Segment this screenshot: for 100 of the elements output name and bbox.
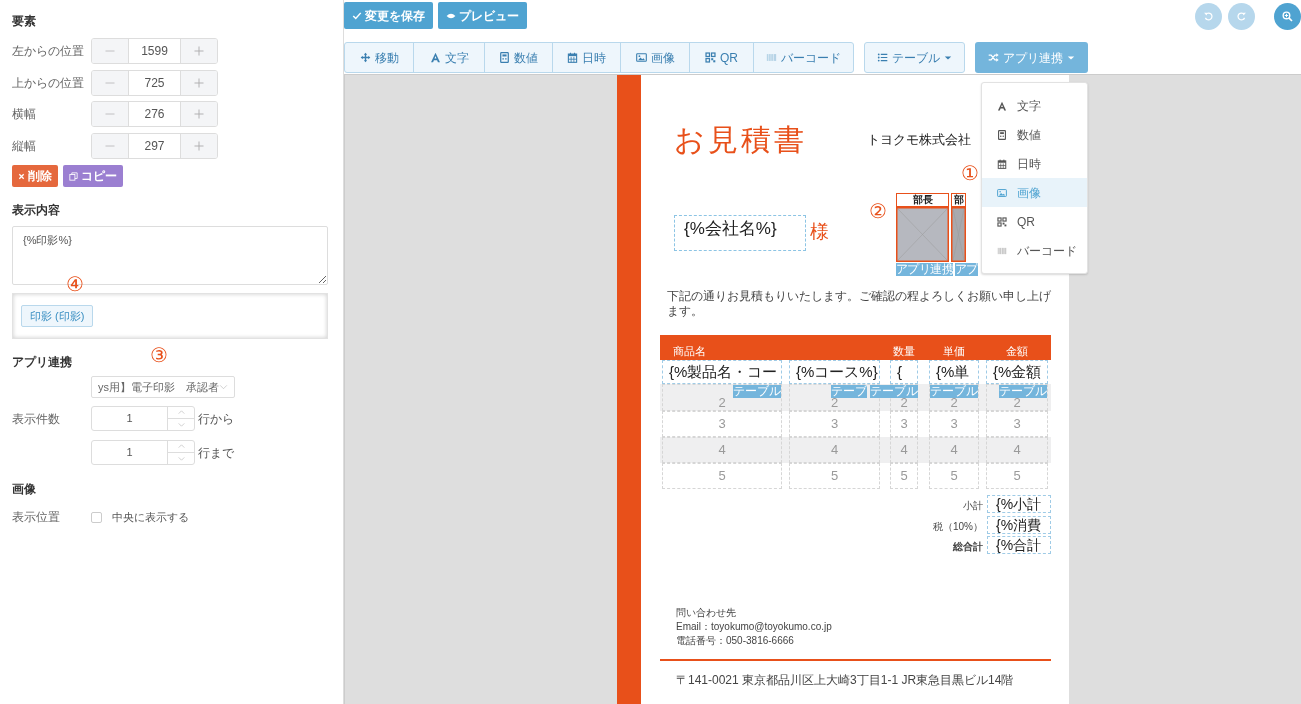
calendar-icon bbox=[997, 158, 1007, 169]
field-suffix: 行まで bbox=[198, 444, 234, 462]
total-label: 小計 bbox=[963, 499, 983, 513]
table-cell: 3 bbox=[929, 411, 979, 437]
plus-icon bbox=[193, 76, 205, 89]
company-name: トヨクモ株式会社 bbox=[867, 133, 971, 146]
app-link-menu-button[interactable]: アプリ連携 bbox=[975, 42, 1088, 73]
tool-button[interactable]: 数値 bbox=[484, 43, 552, 72]
list-icon bbox=[877, 52, 888, 63]
table-cell: 3 bbox=[890, 411, 918, 437]
menu-item[interactable]: 画像 bbox=[982, 178, 1087, 207]
app-select[interactable]: ys用】電子印影 承認者 bbox=[91, 376, 235, 398]
table-tag: テーブル bbox=[733, 385, 781, 398]
undo-icon bbox=[1203, 11, 1214, 22]
annotation-number: ① bbox=[961, 163, 979, 183]
table-cell: 5 bbox=[789, 463, 880, 489]
total-label: 税（10%） bbox=[933, 519, 983, 534]
table-tag: テーブル bbox=[930, 385, 978, 398]
image-placeholder bbox=[951, 207, 966, 262]
honorific: 様 bbox=[810, 222, 829, 241]
table-tag: テーブ bbox=[831, 385, 867, 398]
menu-item[interactable]: 日時 bbox=[982, 149, 1087, 178]
field-suffix: 行から bbox=[198, 410, 234, 428]
number-stepper[interactable]: 276 bbox=[91, 101, 218, 127]
tool-button[interactable]: 文字 bbox=[413, 43, 484, 72]
table-cell: 3 bbox=[986, 411, 1048, 437]
stamp-header: 部長 bbox=[896, 193, 949, 207]
column-header: 金額 bbox=[1006, 346, 1028, 357]
app-link-tag: アプ bbox=[955, 263, 978, 276]
table-cell: 5 bbox=[662, 463, 782, 489]
barcode-icon bbox=[997, 245, 1007, 256]
caret-icon bbox=[1067, 53, 1075, 62]
app-link-tag: アプリ連携 bbox=[896, 263, 953, 276]
field-label: 表示位置 bbox=[12, 509, 61, 526]
delete-button[interactable]: 削除 bbox=[12, 165, 58, 187]
zoom-in-icon bbox=[1282, 11, 1293, 22]
number-input[interactable]: 1 bbox=[91, 440, 195, 465]
caret-icon bbox=[944, 53, 952, 62]
table-cell: 3 bbox=[789, 411, 880, 437]
close-icon bbox=[18, 172, 25, 180]
font-icon bbox=[997, 100, 1007, 111]
calendar-icon bbox=[567, 52, 578, 63]
zoom-button[interactable] bbox=[1274, 3, 1301, 30]
tool-button[interactable]: バーコード bbox=[753, 43, 853, 72]
preview-button[interactable]: プレビュー bbox=[438, 2, 527, 29]
menu-item[interactable]: 数値 bbox=[982, 120, 1087, 149]
table-cell: 5 bbox=[890, 463, 918, 489]
table-cell: 4 bbox=[986, 437, 1048, 463]
number-stepper[interactable]: 297 bbox=[91, 132, 218, 159]
address-text: 〒141-0021 東京都品川区上大崎3丁目1-1 JR東急目黒ビル14階 bbox=[676, 672, 1014, 689]
copy-icon bbox=[69, 171, 78, 181]
customer-field: {%会社名%} bbox=[674, 215, 806, 251]
tool-button[interactable]: 移動 bbox=[345, 43, 413, 72]
total-field: {%消費 bbox=[987, 515, 1051, 534]
tool-button[interactable]: QR bbox=[689, 43, 753, 72]
table-menu-button[interactable]: テーブル bbox=[864, 42, 965, 73]
total-field: {%合計 bbox=[987, 536, 1051, 554]
move-icon bbox=[359, 52, 371, 63]
table-tag: テーブル bbox=[870, 385, 918, 398]
image-placeholder bbox=[896, 207, 949, 262]
qr-code-icon bbox=[997, 216, 1007, 227]
field-label: 上からの位置 bbox=[12, 74, 85, 92]
menu-item[interactable]: QR bbox=[982, 207, 1087, 236]
column-header: 数量 bbox=[893, 346, 915, 357]
table-tag: テーブル bbox=[999, 385, 1047, 398]
copy-button[interactable]: コピー bbox=[63, 165, 123, 187]
tool-button[interactable]: 画像 bbox=[620, 43, 689, 72]
field-label: 左からの位置 bbox=[12, 43, 85, 60]
field-label: 横幅 bbox=[12, 106, 37, 123]
table-placeholder-cell: { bbox=[890, 360, 918, 384]
field-tag[interactable]: 印影 (印影) bbox=[21, 305, 94, 327]
number-input[interactable]: 1 bbox=[91, 406, 195, 431]
image-icon bbox=[635, 52, 647, 63]
total-label: 総合計 bbox=[953, 540, 983, 554]
qr-code-icon bbox=[705, 52, 716, 63]
number-stepper[interactable]: 1599 bbox=[91, 38, 218, 64]
section-title: 画像 bbox=[12, 481, 36, 498]
save-button[interactable]: 変更を保存 bbox=[344, 2, 433, 29]
table-cell: 5 bbox=[929, 463, 979, 489]
table-placeholder-cell: {%コース%} bbox=[789, 360, 880, 384]
document-title: お見積書 bbox=[674, 125, 807, 155]
annotation-number: ③ bbox=[150, 345, 168, 365]
contact-line: 電話番号：050-3816-6666 bbox=[676, 634, 794, 648]
plus-icon bbox=[193, 108, 205, 120]
table-cell: 5 bbox=[986, 463, 1048, 489]
tool-button[interactable]: 日時 bbox=[552, 43, 620, 72]
table-cell: 4 bbox=[662, 437, 782, 463]
plus-icon bbox=[193, 139, 205, 152]
total-field: {%小計 bbox=[987, 495, 1051, 513]
plus-icon bbox=[193, 45, 205, 57]
checkbox[interactable] bbox=[91, 511, 102, 523]
section-title: アプリ連携 bbox=[12, 354, 72, 371]
calculator-icon bbox=[997, 129, 1007, 140]
shuffle-icon bbox=[988, 52, 999, 63]
menu-item[interactable]: 文字 bbox=[982, 91, 1087, 120]
number-stepper[interactable]: 725 bbox=[91, 69, 218, 96]
column-header: 単価 bbox=[943, 346, 965, 357]
menu-item[interactable]: バーコード bbox=[982, 236, 1087, 265]
column-header: 商品名 bbox=[673, 346, 706, 357]
field-label: 縦幅 bbox=[12, 137, 37, 155]
